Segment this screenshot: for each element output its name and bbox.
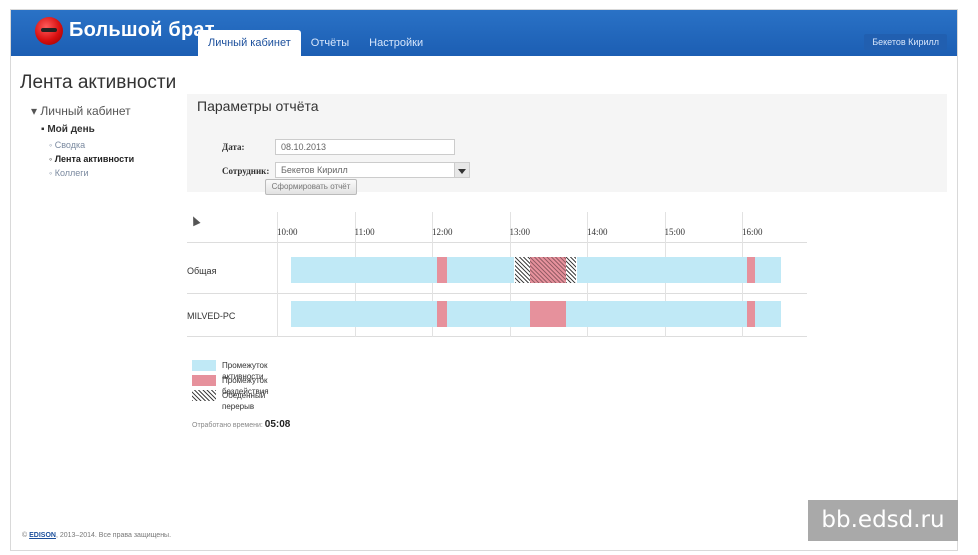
timeline-segment-idle[interactable]: [747, 257, 755, 283]
time-tick-label: 12:00: [432, 227, 453, 237]
timeline-segment-idle[interactable]: [437, 301, 448, 327]
timeline-segment-idle[interactable]: [437, 257, 448, 283]
sidebar-nav: ▾ Личный кабинет ▪ Мой день ◦ Сводка ◦ Л…: [31, 104, 134, 182]
time-tick-label: 11:00: [354, 227, 375, 237]
grid-line: [187, 242, 807, 243]
employee-label: Сотрудник:: [222, 166, 270, 176]
activity-timeline: Общая MILVED-PC 10:00 11:00 12:00 13:00 14:0…: [187, 212, 807, 337]
sidebar-item-my-day[interactable]: ▪ Мой день: [41, 124, 134, 135]
top-navigation-bar: Большой брат Личный кабинет Отчёты Настр…: [11, 10, 957, 56]
sidebar-item-label: Личный кабинет: [40, 104, 131, 118]
sidebar-item-summary[interactable]: ◦ Сводка: [49, 140, 134, 150]
timeline-row-label: MILVED-PC: [187, 311, 236, 321]
main-tabs: Личный кабинет Отчёты Настройки: [198, 30, 433, 56]
timeline-segment-active[interactable]: [754, 301, 781, 327]
worked-time-label: Отработано времени:: [192, 422, 263, 429]
legend-swatch-lunch: [192, 390, 216, 401]
timeline-segment-idle[interactable]: [747, 301, 755, 327]
footer-text: , 2013–2014. Все права защищены.: [55, 532, 172, 539]
sidebar-item-label: Лента активности: [54, 154, 135, 164]
timeline-segment-lunch-idle[interactable]: [530, 257, 567, 283]
worked-time-value: 05:08: [264, 419, 291, 430]
footer: © EDISON, 2013–2014. Все права защищены.: [22, 532, 171, 539]
brand-title[interactable]: Большой брат: [69, 19, 215, 42]
timeline-segment-active[interactable]: [447, 257, 515, 283]
timeline-segment-active[interactable]: [576, 257, 747, 283]
big-brother-logo-icon[interactable]: [35, 17, 63, 45]
timeline-row-label: Общая: [187, 266, 217, 276]
timeline-segment-active[interactable]: [566, 301, 747, 327]
employee-select-value: Бекетов Кирилл: [281, 165, 348, 175]
date-label: Дата:: [222, 142, 245, 152]
sidebar-item-label: Мой день: [47, 124, 95, 135]
sidebar-item-label: Сводка: [54, 140, 86, 150]
legend-swatch-active: [192, 360, 216, 371]
sidebar-item-colleagues[interactable]: ◦ Коллеги: [49, 168, 134, 178]
user-menu[interactable]: Бекетов Кирилл: [864, 34, 947, 50]
employee-select[interactable]: Бекетов Кирилл: [275, 162, 470, 178]
page-title: Лента активности: [20, 72, 177, 93]
timeline-segment-idle[interactable]: [530, 301, 567, 327]
sidebar-item-label: Коллеги: [54, 168, 89, 178]
edison-link[interactable]: EDISON: [29, 532, 56, 539]
watermark: bb.edsd.ru: [808, 500, 958, 541]
generate-report-button[interactable]: Сформировать отчёт: [265, 179, 357, 195]
sidebar-item-personal-cabinet[interactable]: ▾ Личный кабинет: [31, 104, 134, 118]
report-parameters-title: Параметры отчёта: [197, 98, 319, 114]
timeline-segment-lunch[interactable]: [514, 257, 530, 283]
timeline-segment-active[interactable]: [447, 301, 530, 327]
chevron-down-icon[interactable]: [454, 163, 469, 177]
time-tick-label: 10:00: [277, 227, 298, 237]
tab-settings[interactable]: Настройки: [359, 30, 433, 56]
timeline-segment-active[interactable]: [291, 257, 437, 283]
timeline-segment-active[interactable]: [754, 257, 781, 283]
copyright-sign: ©: [22, 532, 28, 539]
worked-time: Отработано времени: 05:08: [192, 419, 290, 430]
time-tick-label: 13:00: [509, 227, 531, 237]
timeline-segment-lunch[interactable]: [566, 257, 577, 283]
tab-personal-cabinet[interactable]: Личный кабинет: [198, 30, 301, 56]
date-input[interactable]: 08.10.2013: [275, 139, 455, 155]
timeline-segment-active[interactable]: [291, 301, 437, 327]
sidebar-item-activity-feed[interactable]: ◦ Лента активности: [49, 154, 134, 164]
report-parameters-panel: Параметры отчёта Дата: 08.10.2013 Сотруд…: [187, 94, 947, 192]
legend-label: Обеденный перерыв: [222, 391, 266, 411]
time-tick-label: 16:00: [742, 227, 763, 237]
time-tick-label: 15:00: [664, 227, 686, 237]
grid-line: [187, 336, 807, 337]
grid-line: [187, 293, 807, 294]
tab-reports[interactable]: Отчёты: [301, 30, 359, 56]
legend-swatch-idle: [192, 375, 216, 386]
time-tick-label: 14:00: [587, 227, 608, 237]
